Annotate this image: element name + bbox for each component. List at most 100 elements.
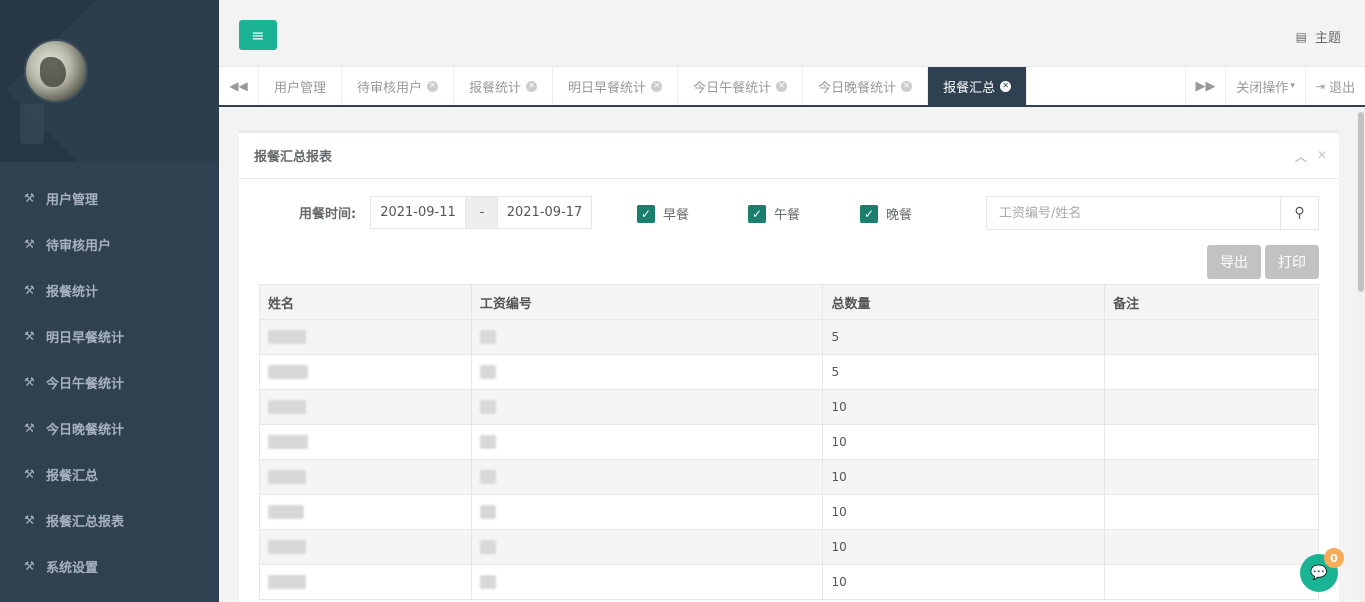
table-row[interactable]: 10 — [259, 389, 1319, 425]
sign-out-icon: ⇥ — [1315, 79, 1326, 93]
close-icon[interactable]: ✕ — [427, 80, 439, 92]
id-cell-blurred — [470, 319, 824, 355]
forward-icon: ▶▶ — [1195, 78, 1216, 94]
theme-button[interactable]: ▤ 主题 — [1295, 27, 1341, 47]
scrollbar-thumb[interactable] — [1358, 112, 1364, 292]
name-cell-blurred — [259, 354, 472, 390]
tabs-scroll-right-button[interactable]: ▶▶ — [1185, 67, 1225, 105]
profile-area — [0, 0, 219, 162]
total-cell: 10 — [822, 424, 1106, 460]
meal-time-label: 用餐时间: — [299, 207, 357, 222]
date-end-input[interactable]: 2021-09-17 — [497, 196, 592, 229]
table-row[interactable]: 10 — [259, 564, 1319, 600]
logout-button[interactable]: ⇥ 退出 — [1305, 67, 1365, 105]
tab-meal-stats[interactable]: 报餐统计 ✕ — [454, 67, 554, 105]
table-header-row: 姓名 工资编号 总数量 备注 — [259, 284, 1319, 320]
close-icon[interactable]: ✕ — [776, 80, 788, 92]
close-icon[interactable]: ✕ — [526, 80, 538, 92]
wand-icon: ⚒ — [24, 467, 35, 481]
id-cell-blurred — [470, 424, 824, 460]
sidebar-item-meal-summary-report[interactable]: ⚒ 报餐汇总报表 — [0, 497, 219, 543]
table-row[interactable]: 10 — [259, 529, 1319, 565]
search-button[interactable]: ⚲ — [1280, 197, 1318, 229]
total-cell: 10 — [822, 494, 1106, 530]
tabs-scroll-left-button[interactable]: ◀◀ — [219, 67, 259, 105]
sidebar-item-today-lunch[interactable]: ⚒ 今日午餐统计 — [0, 359, 219, 405]
filter-row: 用餐时间: 2021-09-11 - 2021-09-17 ✓ 早餐 ✓ 午餐 ✓ 晚… — [239, 195, 1339, 231]
check-icon: ✓ — [748, 204, 766, 223]
table-row[interactable]: 5 — [259, 354, 1319, 390]
close-icon[interactable]: ✕ — [651, 80, 663, 92]
name-cell-blurred — [259, 564, 472, 600]
col-header-total[interactable]: 总数量 — [822, 284, 1106, 320]
panel-title: 报餐汇总报表 — [254, 150, 333, 165]
search-input[interactable] — [987, 197, 1281, 229]
name-cell-blurred — [259, 459, 472, 495]
search-box: ⚲ — [986, 196, 1319, 230]
sidebar-nav: ⚒ 用户管理 ⚒ 待审核用户 ⚒ 报餐统计 ⚒ 明日早餐统计 ⚒ 今日午餐统计 ⚒ 今日晚餐… — [0, 162, 219, 589]
sidebar-item-system-settings[interactable]: ⚒ 系统设置 — [0, 543, 219, 589]
table-row[interactable]: 10 — [259, 494, 1319, 530]
close-icon[interactable]: ✕ — [901, 80, 913, 92]
chat-button[interactable]: 💬 0 — [1300, 548, 1344, 592]
tab-today-lunch[interactable]: 今日午餐统计 ✕ — [678, 67, 804, 105]
tab-meal-summary[interactable]: 报餐汇总 ✕ — [928, 67, 1028, 105]
id-cell-blurred — [470, 529, 824, 565]
sidebar-item-meal-summary[interactable]: ⚒ 报餐汇总 — [0, 451, 219, 497]
tab-list: 用户管理 待审核用户 ✕ 报餐统计 ✕ 明日早餐统计 ✕ 今日午餐统计 ✕ 今日晚餐统计… — [259, 67, 1028, 105]
table-row[interactable]: 5 — [259, 319, 1319, 355]
sidebar-item-today-dinner[interactable]: ⚒ 今日晚餐统计 — [0, 405, 219, 451]
tab-user-management[interactable]: 用户管理 — [259, 67, 343, 105]
print-button[interactable]: 打印 — [1265, 245, 1319, 279]
col-header-name[interactable]: 姓名 — [259, 284, 472, 320]
table-row[interactable]: 10 — [259, 459, 1319, 495]
wand-icon: ⚒ — [24, 191, 35, 205]
close-icon[interactable]: ✕ — [1000, 80, 1012, 92]
avatar[interactable] — [24, 39, 88, 103]
sidebar-item-meal-stats[interactable]: ⚒ 报餐统计 — [0, 267, 219, 313]
tab-pending-users[interactable]: 待审核用户 ✕ — [342, 67, 455, 105]
tabs-bar: ◀◀ 用户管理 待审核用户 ✕ 报餐统计 ✕ 明日早餐统计 ✕ 今日午餐统计 ✕ 今日晚… — [219, 67, 1365, 107]
collapse-icon[interactable]: ︿ — [1295, 148, 1307, 165]
total-cell: 10 — [822, 529, 1106, 565]
theme-icon: ▤ — [1295, 29, 1307, 44]
breakfast-checkbox[interactable]: ✓ 早餐 — [637, 204, 689, 223]
remark-cell — [1104, 529, 1319, 565]
col-header-remark[interactable]: 备注 — [1104, 284, 1319, 320]
backward-icon: ◀◀ — [229, 79, 248, 93]
hamburger-icon: ≡ — [251, 25, 265, 45]
panel-header: 报餐汇总报表 ︿ ✕ — [239, 133, 1339, 179]
total-cell: 5 — [822, 354, 1106, 390]
name-cell-blurred — [259, 389, 472, 425]
close-operations-dropdown[interactable]: 关闭操作 ▾ — [1225, 67, 1305, 105]
tab-today-dinner[interactable]: 今日晚餐统计 ✕ — [803, 67, 929, 105]
sidebar: ⚒ 用户管理 ⚒ 待审核用户 ⚒ 报餐统计 ⚒ 明日早餐统计 ⚒ 今日午餐统计 ⚒ 今日晚餐… — [0, 0, 219, 602]
sidebar-item-tomorrow-breakfast[interactable]: ⚒ 明日早餐统计 — [0, 313, 219, 359]
close-icon[interactable]: ✕ — [1317, 148, 1327, 165]
name-cell-blurred — [259, 529, 472, 565]
export-button[interactable]: 导出 — [1207, 245, 1261, 279]
panel-tools: ︿ ✕ — [1295, 148, 1327, 165]
chat-icon: 💬 — [1310, 565, 1328, 581]
remark-cell — [1104, 564, 1319, 600]
remark-cell — [1104, 389, 1319, 425]
page-scrollbar[interactable] — [1357, 108, 1365, 602]
table-row[interactable]: 10 — [259, 424, 1319, 460]
lunch-checkbox[interactable]: ✓ 午餐 — [748, 204, 800, 223]
tab-tomorrow-breakfast[interactable]: 明日早餐统计 ✕ — [553, 67, 679, 105]
sidebar-item-pending-users[interactable]: ⚒ 待审核用户 — [0, 221, 219, 267]
wand-icon: ⚒ — [24, 559, 35, 573]
date-start-input[interactable]: 2021-09-11 — [370, 196, 466, 229]
total-cell: 5 — [822, 319, 1106, 355]
check-icon: ✓ — [637, 204, 655, 223]
dinner-checkbox[interactable]: ✓ 晚餐 — [860, 204, 912, 223]
col-header-employee-id[interactable]: 工资编号 — [470, 284, 824, 320]
wand-icon: ⚒ — [24, 237, 35, 251]
menu-toggle-button[interactable]: ≡ — [239, 20, 277, 50]
id-cell-blurred — [470, 389, 824, 425]
wand-icon: ⚒ — [24, 283, 35, 297]
sidebar-item-user-management[interactable]: ⚒ 用户管理 — [0, 175, 219, 221]
remark-cell — [1104, 494, 1319, 530]
username-blurred — [20, 104, 44, 144]
wand-icon: ⚒ — [24, 421, 35, 435]
